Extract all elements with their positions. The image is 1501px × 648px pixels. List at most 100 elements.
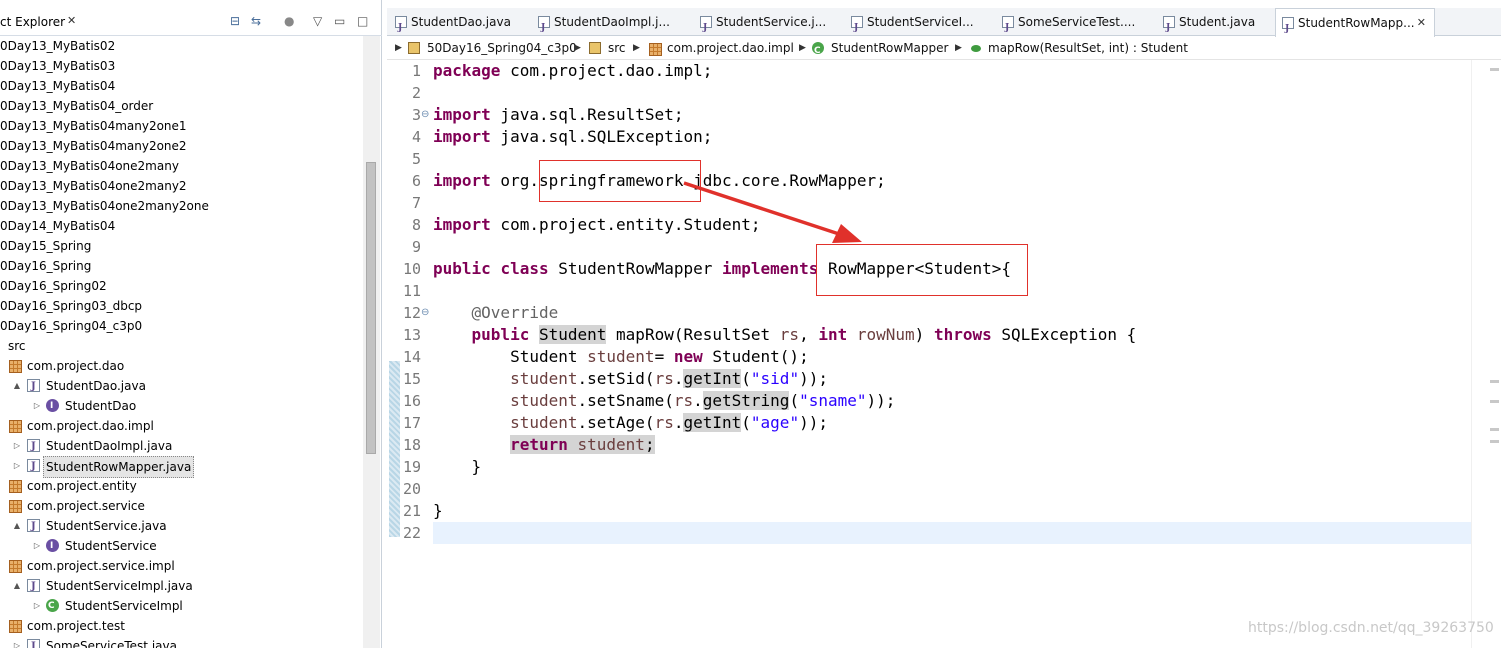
tree-item[interactable]: ▲ StudentServiceImpl.java <box>0 576 362 597</box>
line-number: 3 <box>411 106 421 124</box>
java-icon <box>27 517 40 537</box>
tree-item[interactable]: com.project.dao <box>0 356 362 376</box>
line-number: 21 <box>402 502 421 520</box>
tree-item[interactable]: 0Day13_MyBatis04one2many2one <box>0 196 362 216</box>
tree-item-label: StudentServiceImpl <box>65 599 183 613</box>
expand-right-icon[interactable]: ▷ <box>32 396 42 416</box>
tree-item[interactable]: 0Day13_MyBatis04_order <box>0 96 362 116</box>
breadcrumb-package[interactable]: com.project.dao.impl <box>667 36 794 60</box>
tree-item[interactable]: 0Day14_MyBatis04 <box>0 216 362 236</box>
tree-item[interactable]: src <box>0 336 362 356</box>
line-number: 22 <box>402 524 421 542</box>
code-area[interactable]: package com.project.dao.impl; import jav… <box>433 60 1471 648</box>
java-file-icon <box>851 14 863 42</box>
tree-item[interactable]: 0Day13_MyBatis04one2many <box>0 156 362 176</box>
tree-item[interactable]: com.project.service.impl <box>0 556 362 576</box>
tree-item[interactable]: 0Day13_MyBatis04 <box>0 76 362 96</box>
code-line-8: import com.project.entity.Student; <box>433 215 761 234</box>
tab-studentservice[interactable]: StudentService.j... <box>694 8 826 42</box>
fold-collapse-icon[interactable]: ⊖ <box>421 302 431 324</box>
view-menu-icon[interactable]: ▽ <box>313 14 322 28</box>
expand-down-icon[interactable]: ▲ <box>12 376 22 396</box>
tab-someservicetest[interactable]: SomeServiceTest.... <box>996 8 1135 42</box>
breadcrumb-project[interactable]: 50Day16_Spring04_c3p0 <box>427 36 577 60</box>
tree-item[interactable]: ▷ StudentService <box>0 536 362 556</box>
java-file-icon <box>1163 14 1175 42</box>
chevron-right-icon: ▶ <box>955 43 962 53</box>
minimize-icon[interactable]: ▭ <box>334 14 345 28</box>
fold-collapse-icon[interactable]: ⊖ <box>421 104 431 126</box>
code-line-14: Student student= new Student(); <box>433 347 809 366</box>
tab-studentdaoimpl[interactable]: StudentDaoImpl.j... <box>532 8 670 42</box>
chevron-right-icon: ▶ <box>633 43 640 53</box>
package-icon <box>8 479 22 493</box>
tree-item[interactable]: 0Day13_MyBatis04many2one2 <box>0 136 362 156</box>
java-icon <box>27 437 40 457</box>
tree-item[interactable]: ▲ StudentService.java <box>0 516 362 537</box>
tree-item[interactable]: 0Day16_Spring04_c3p0 <box>0 316 362 336</box>
tree-item[interactable]: 0Day16_Spring02 <box>0 276 362 296</box>
tree-item[interactable]: com.project.test <box>0 616 362 636</box>
tree-item[interactable]: com.project.entity <box>0 476 362 496</box>
breadcrumb-src[interactable]: src <box>608 36 626 60</box>
tree-item[interactable]: ▷ StudentDaoImpl.java <box>0 436 362 457</box>
tree-item[interactable]: 0Day16_Spring <box>0 256 362 276</box>
code-line-4: import java.sql.SQLException; <box>433 127 713 146</box>
explorer-close-icon[interactable]: ✕ <box>67 14 76 27</box>
focus-icon[interactable]: ● <box>284 14 294 28</box>
tab-label: StudentDaoImpl.j... <box>554 15 670 29</box>
tree-item[interactable]: ▷ StudentDao <box>0 396 362 416</box>
expand-down-icon[interactable]: ▲ <box>12 516 22 536</box>
tree-item-label: StudentServiceImpl.java <box>46 579 193 593</box>
class-icon <box>46 596 59 616</box>
tree-item[interactable]: com.project.service <box>0 496 362 516</box>
tab-studentserviceimpl[interactable]: StudentServiceI... <box>845 8 974 42</box>
tree-item[interactable]: 0Day16_Spring03_dbcp <box>0 296 362 316</box>
tree-item[interactable]: ▷ StudentServiceImpl <box>0 596 362 616</box>
tree-item[interactable]: ▲ StudentDao.java <box>0 376 362 397</box>
tree-item-label: 0Day13_MyBatis04one2many2 <box>0 179 187 193</box>
explorer-scroll-thumb[interactable] <box>366 162 376 454</box>
editor-scrollbar[interactable] <box>1471 60 1488 648</box>
line-number: 6 <box>411 172 421 190</box>
expand-right-icon[interactable]: ▷ <box>12 456 22 476</box>
expand-right-icon[interactable]: ▷ <box>12 636 22 648</box>
breadcrumb-class[interactable]: StudentRowMapper <box>831 36 948 60</box>
tree-item[interactable]: 0Day15_Spring <box>0 236 362 256</box>
collapse-all-icon[interactable]: ⊟ <box>230 14 240 28</box>
line-number: 17 <box>402 414 421 432</box>
breadcrumb-method[interactable]: mapRow(ResultSet, int) : Student <box>988 36 1188 60</box>
tree-item[interactable]: ▷ StudentRowMapper.java <box>0 456 362 478</box>
tab-student[interactable]: Student.java <box>1157 8 1256 42</box>
tree-item-label: 0Day13_MyBatis04one2many <box>0 159 179 173</box>
expand-right-icon[interactable]: ▷ <box>32 596 42 616</box>
tree-item[interactable]: com.project.dao.impl <box>0 416 362 436</box>
tab-studentdao[interactable]: StudentDao.java <box>389 8 511 42</box>
tree-item-label: 0Day13_MyBatis03 <box>0 59 116 73</box>
java-icon <box>27 457 40 477</box>
link-editor-icon[interactable]: ⇆ <box>251 14 261 28</box>
tab-label: Student.java <box>1179 15 1256 29</box>
tab-studentrowmapper[interactable]: StudentRowMapp...✕ <box>1275 8 1435 43</box>
interface-icon <box>46 536 59 556</box>
code-line-16: student.setSname(rs.getString("sname")); <box>510 391 896 410</box>
line-number: 4 <box>411 128 421 146</box>
maximize-icon[interactable]: □ <box>357 14 368 28</box>
tree-item[interactable]: 0Day13_MyBatis04many2one1 <box>0 116 362 136</box>
tab-close-icon[interactable]: ✕ <box>1417 9 1426 37</box>
tree-item-label: StudentService <box>65 539 157 553</box>
code-line-1: package com.project.dao.impl; <box>433 61 713 80</box>
expand-right-icon[interactable]: ▷ <box>12 436 22 456</box>
tree-item[interactable]: 0Day13_MyBatis03 <box>0 56 362 76</box>
expand-right-icon[interactable]: ▷ <box>32 536 42 556</box>
code-editor: StudentDao.java StudentDaoImpl.j... Stud… <box>387 0 1501 648</box>
class-icon <box>812 39 824 63</box>
tree-item[interactable]: 0Day13_MyBatis04one2many2 <box>0 176 362 196</box>
expand-down-icon[interactable]: ▲ <box>12 576 22 596</box>
tree-item[interactable]: 0Day13_MyBatis02 <box>0 36 362 56</box>
tree-item-label: 0Day14_MyBatis04 <box>0 219 116 233</box>
line-number: 20 <box>402 480 421 498</box>
java-file-icon <box>1282 15 1294 43</box>
tree-item-label: StudentDaoImpl.java <box>46 439 173 453</box>
tree-item[interactable]: ▷ SomeServiceTest.java <box>0 636 362 648</box>
